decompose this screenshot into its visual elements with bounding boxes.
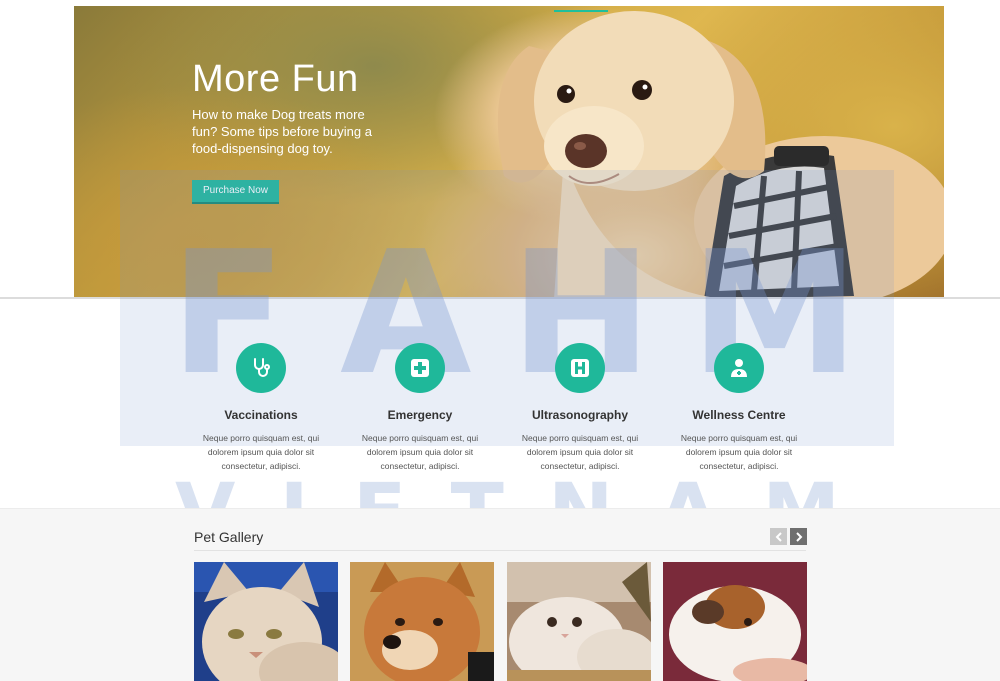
medical-cross-icon[interactable] xyxy=(395,343,445,393)
service-description: Neque porro quisquam est, qui dolorem ip… xyxy=(361,433,479,471)
service-description: Neque porro quisquam est, qui dolorem ip… xyxy=(202,433,320,471)
gallery-photo-shiba-puppy[interactable] xyxy=(350,562,494,681)
service-vaccinations: Vaccinations Neque porro quisquam est, q… xyxy=(181,343,341,473)
service-description: Neque porro quisquam est, qui dolorem ip… xyxy=(521,433,639,471)
page: More Fun How to make Dog treats more fun… xyxy=(0,0,1000,681)
chevron-right-icon xyxy=(795,531,802,542)
hero-title: More Fun xyxy=(192,58,359,100)
service-emergency: Emergency Neque porro quisquam est, qui … xyxy=(340,343,500,473)
service-wellness-centre: Wellness Centre Neque porro quisquam est… xyxy=(659,343,819,473)
doctor-icon[interactable] xyxy=(714,343,764,393)
gallery-prev-button[interactable] xyxy=(770,528,787,545)
gallery-title: Pet Gallery xyxy=(194,529,264,545)
service-title: Ultrasonography xyxy=(531,408,628,422)
gallery-next-button[interactable] xyxy=(790,528,807,545)
service-title: Vaccinations xyxy=(224,408,298,422)
hero-description: How to make Dog treats more fun? Some ti… xyxy=(192,107,372,156)
gallery-photo-persian-kitten[interactable] xyxy=(507,562,651,681)
gallery-section xyxy=(0,508,1000,681)
purchase-now-button[interactable]: Purchase Now xyxy=(192,180,279,204)
hospital-icon[interactable] xyxy=(555,343,605,393)
hero-banner: More Fun How to make Dog treats more fun… xyxy=(74,6,944,299)
gallery-photo-guinea-pig[interactable] xyxy=(663,562,807,681)
service-ultrasonography: Ultrasonography Neque porro quisquam est… xyxy=(500,343,660,473)
section-divider xyxy=(0,297,1000,299)
gallery-photo-cat[interactable] xyxy=(194,562,338,681)
dog-photo xyxy=(497,11,944,299)
stethoscope-icon[interactable] xyxy=(236,343,286,393)
service-title: Wellness Centre xyxy=(692,408,786,422)
gallery-divider xyxy=(194,550,806,551)
service-title: Emergency xyxy=(387,408,453,422)
service-description: Neque porro quisquam est, qui dolorem ip… xyxy=(680,433,798,471)
chevron-left-icon xyxy=(775,531,782,542)
